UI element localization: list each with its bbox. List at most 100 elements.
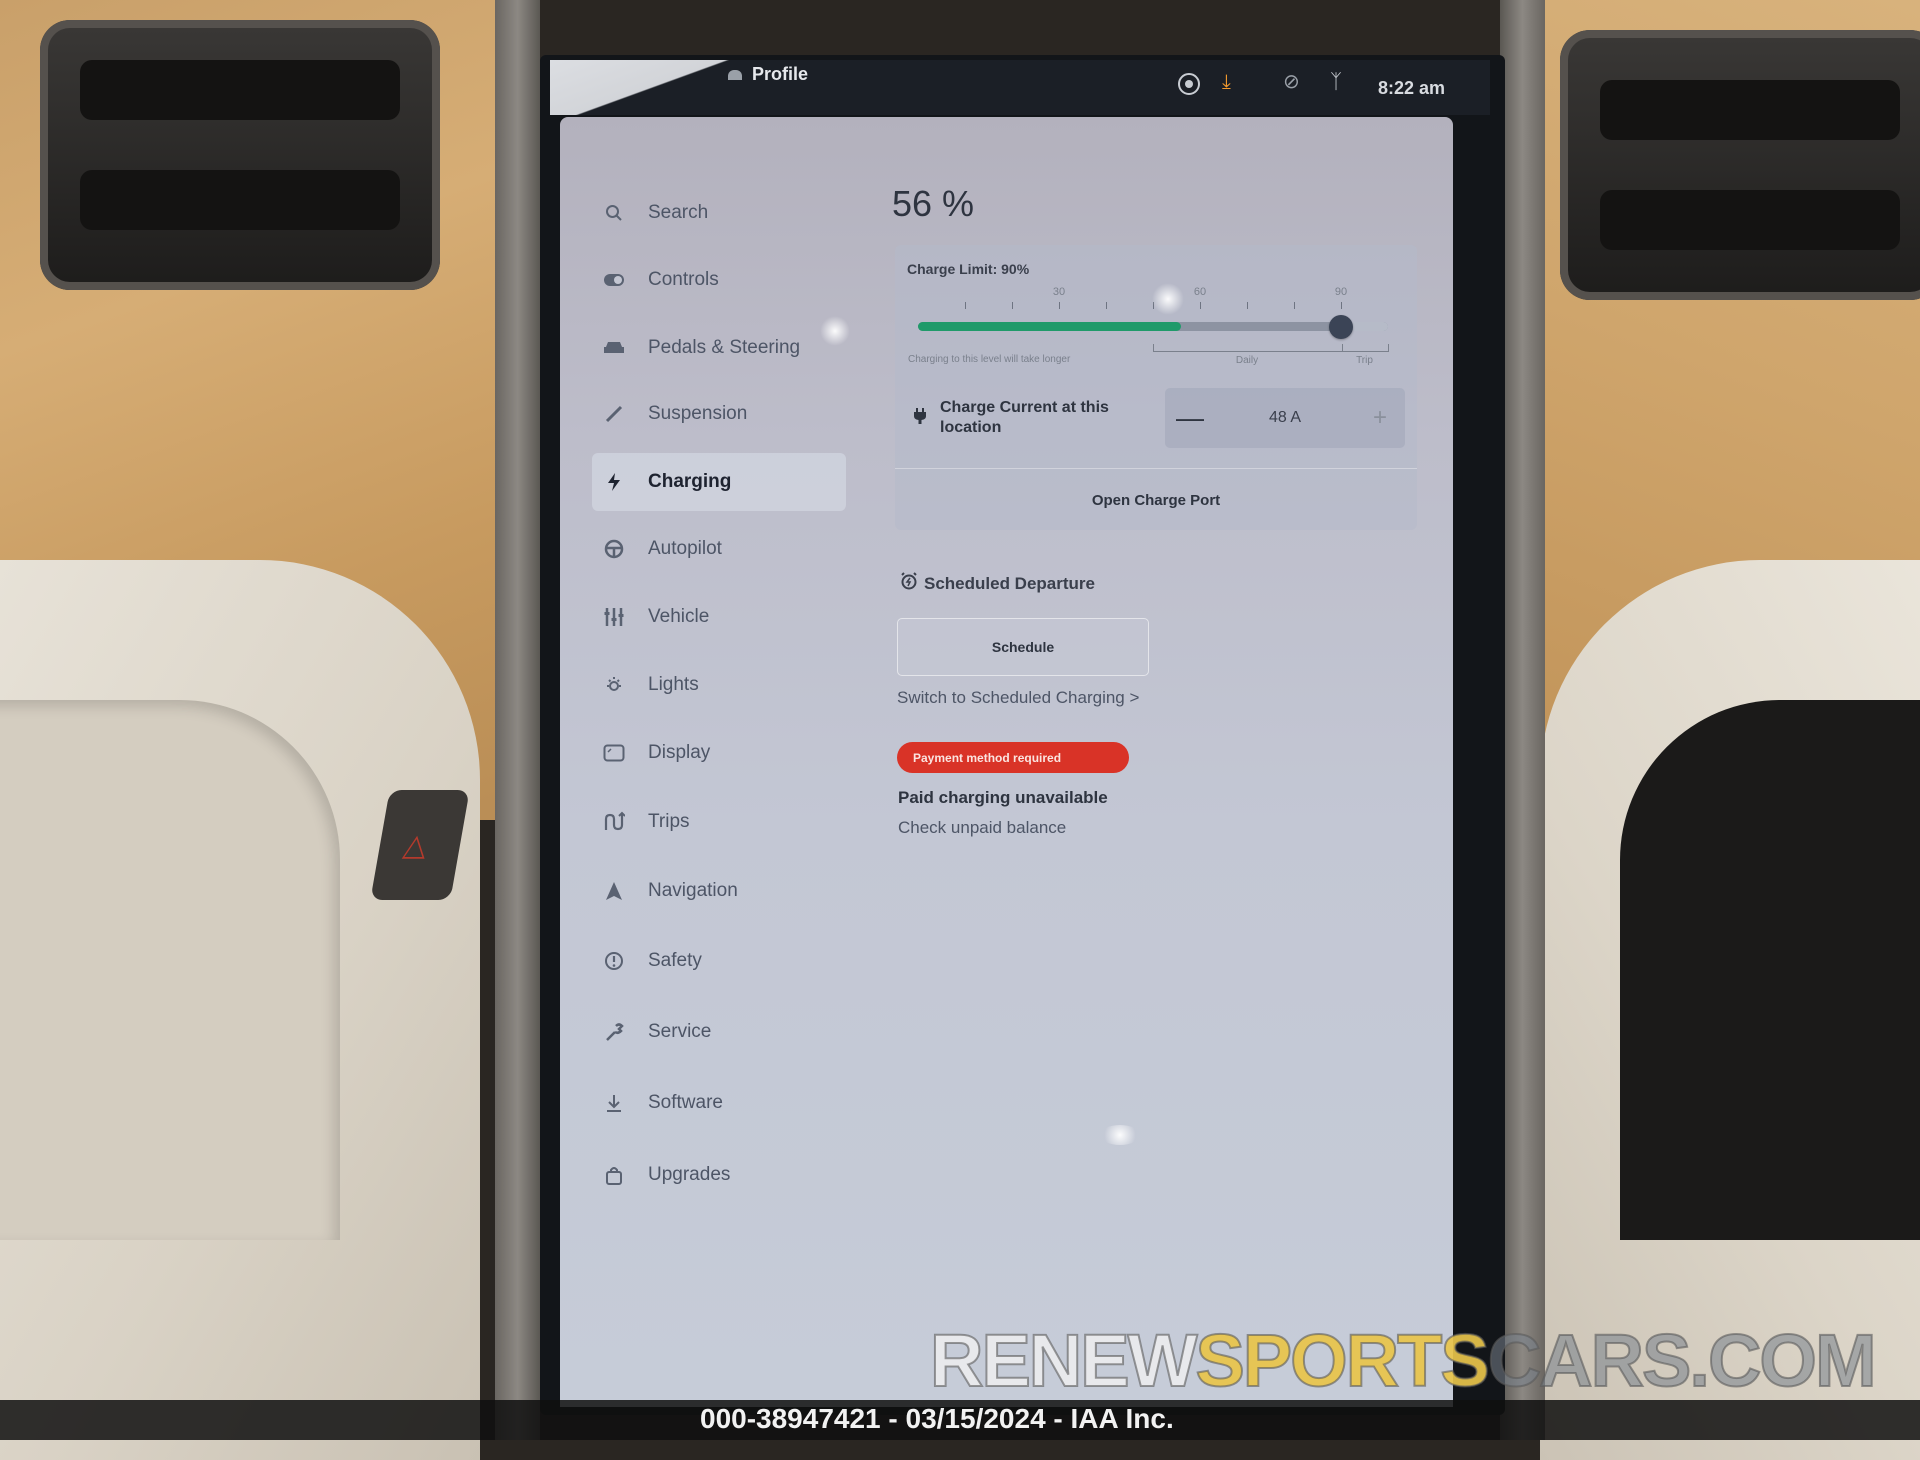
sidebar-item-service[interactable]: Service xyxy=(602,1010,842,1054)
shopping-bag-icon xyxy=(602,1163,626,1187)
download-icon xyxy=(602,1091,626,1115)
slider-tick xyxy=(1341,302,1342,309)
switch-to-scheduled-charging-link[interactable]: Switch to Scheduled Charging > xyxy=(897,688,1139,708)
navigation-arrow-icon xyxy=(602,879,626,903)
watermark-part: SPORTS xyxy=(1194,1318,1490,1403)
slider-tick xyxy=(1059,302,1060,309)
sidebar-item-pedals-steering[interactable]: Pedals & Steering xyxy=(602,326,842,370)
sidebar-item-label: Controls xyxy=(648,269,719,290)
sidebar-item-label: Vehicle xyxy=(648,606,710,627)
sidebar-item-controls[interactable]: Controls xyxy=(602,258,842,302)
sidebar-item-label: Navigation xyxy=(648,880,738,901)
sliders-icon xyxy=(602,605,626,629)
steering-wheel-icon xyxy=(602,537,626,561)
sidebar-item-label: Lights xyxy=(648,674,699,695)
console-trim-left xyxy=(495,0,540,1440)
daily-range-label: Daily xyxy=(1235,355,1259,366)
slider-handle[interactable] xyxy=(1329,315,1353,339)
light-reflection xyxy=(1152,283,1184,315)
divider xyxy=(895,468,1417,469)
watermark-part: CARS.COM xyxy=(1487,1318,1878,1403)
scheduled-departure-header: Scheduled Departure xyxy=(900,572,1095,595)
payment-required-badge[interactable]: Payment method required xyxy=(897,742,1129,773)
sidebar-item-search[interactable]: Search xyxy=(602,191,842,235)
sidebar-item-charging[interactable]: Charging xyxy=(592,453,846,511)
car-icon xyxy=(602,336,626,360)
watermark-part: RENEW xyxy=(929,1318,1198,1403)
clock: 8:22 am xyxy=(1378,78,1446,98)
watermark: RENEWSPORTSCARS.COM xyxy=(929,1318,1878,1403)
sidebar-item-label: Charging xyxy=(648,471,732,492)
sidebar-item-upgrades[interactable]: Upgrades xyxy=(602,1153,842,1197)
slider-tick xyxy=(965,302,966,309)
search-icon xyxy=(602,201,626,225)
profile-icon[interactable] xyxy=(728,70,742,80)
sidebar-item-label: Trips xyxy=(648,811,690,832)
sidebar-item-navigation[interactable]: Navigation xyxy=(602,869,842,913)
sidebar-item-lights[interactable]: Lights xyxy=(602,663,842,707)
sidebar-item-label: Safety xyxy=(648,950,702,971)
schedule-button[interactable]: Schedule xyxy=(897,618,1149,676)
decrease-current-button[interactable]: — xyxy=(1165,402,1215,434)
tick-label: 60 xyxy=(1193,286,1207,298)
slider-tick xyxy=(1294,302,1295,309)
download-icon[interactable]: ⤓ xyxy=(1222,70,1231,94)
sidebar-item-label: Pedals & Steering xyxy=(648,337,801,358)
no-signal-icon: ⊘ xyxy=(1283,71,1300,93)
tick-label: 90 xyxy=(1334,286,1348,298)
sidebar-item-autopilot[interactable]: Autopilot xyxy=(602,527,842,571)
light-reflection xyxy=(1100,1125,1140,1145)
slider-tick xyxy=(1200,302,1201,309)
sidebar-item-vehicle[interactable]: Vehicle xyxy=(602,595,842,639)
charge-current-stepper: — 48 A + xyxy=(1165,388,1405,448)
slider-tick xyxy=(1012,302,1013,309)
light-reflection xyxy=(820,316,850,346)
sidebar-item-trips[interactable]: Trips xyxy=(602,800,842,844)
sidebar-item-label: Upgrades xyxy=(648,1164,731,1185)
air-vent-right xyxy=(1560,30,1920,300)
air-vent-left xyxy=(40,20,440,290)
profile-button[interactable]: Profile xyxy=(752,64,808,85)
alert-circle-icon xyxy=(602,949,626,973)
scheduled-departure-label: Scheduled Departure xyxy=(924,573,1095,593)
suspension-icon xyxy=(602,402,626,426)
console-trim-right xyxy=(1500,0,1545,1440)
trip-range-bracket xyxy=(1341,344,1389,352)
light-icon xyxy=(602,673,626,697)
charge-current-value: 48 A xyxy=(1268,409,1302,426)
trips-icon xyxy=(602,810,626,834)
alarm-clock-icon xyxy=(900,572,918,595)
sidebar-item-suspension[interactable]: Suspension xyxy=(602,392,842,436)
footer-caption: 000-38947421 - 03/15/2024 - IAA Inc. xyxy=(700,1403,1174,1434)
sidebar-item-label: Display xyxy=(648,742,711,763)
battery-level-fill xyxy=(918,322,1182,331)
slider-tick xyxy=(1106,302,1107,309)
sidebar-item-label: Software xyxy=(648,1092,723,1113)
lightning-icon xyxy=(602,470,626,494)
sidebar-item-label: Autopilot xyxy=(648,538,722,559)
sidebar-item-safety[interactable]: Safety xyxy=(602,939,842,983)
sidebar-item-software[interactable]: Software xyxy=(602,1081,842,1125)
open-charge-port-button[interactable]: Open Charge Port xyxy=(895,470,1417,530)
wrench-icon xyxy=(602,1020,626,1044)
sidebar-item-label: Service xyxy=(648,1021,712,1042)
sidebar-item-label: Suspension xyxy=(648,403,748,424)
sidebar-item-label: Search xyxy=(648,202,709,223)
sidebar-item-display[interactable]: Display xyxy=(602,731,842,775)
check-unpaid-balance-link[interactable]: Check unpaid balance xyxy=(898,818,1066,838)
seat-right-cutout xyxy=(1620,700,1920,1240)
trip-range-label: Trip xyxy=(1356,355,1373,366)
bluetooth-icon[interactable]: ᛉ xyxy=(1330,70,1342,94)
camera-icon[interactable] xyxy=(1178,73,1200,95)
display-icon xyxy=(602,741,626,765)
daily-range-bracket xyxy=(1153,344,1343,352)
battery-percentage: 56 % xyxy=(892,183,975,224)
seat-left-cutout xyxy=(0,700,340,1240)
charge-limit-hint: Charging to this level will take longer xyxy=(908,354,1071,365)
charge-limit-label: Charge Limit: 90% xyxy=(907,261,1030,277)
slider-tick xyxy=(1247,302,1248,309)
increase-current-button[interactable]: + xyxy=(1355,404,1405,432)
tick-label: 30 xyxy=(1052,286,1066,298)
paid-charging-status: Paid charging unavailable xyxy=(898,788,1108,807)
charge-current-label: Charge Current at this location xyxy=(940,399,1109,436)
